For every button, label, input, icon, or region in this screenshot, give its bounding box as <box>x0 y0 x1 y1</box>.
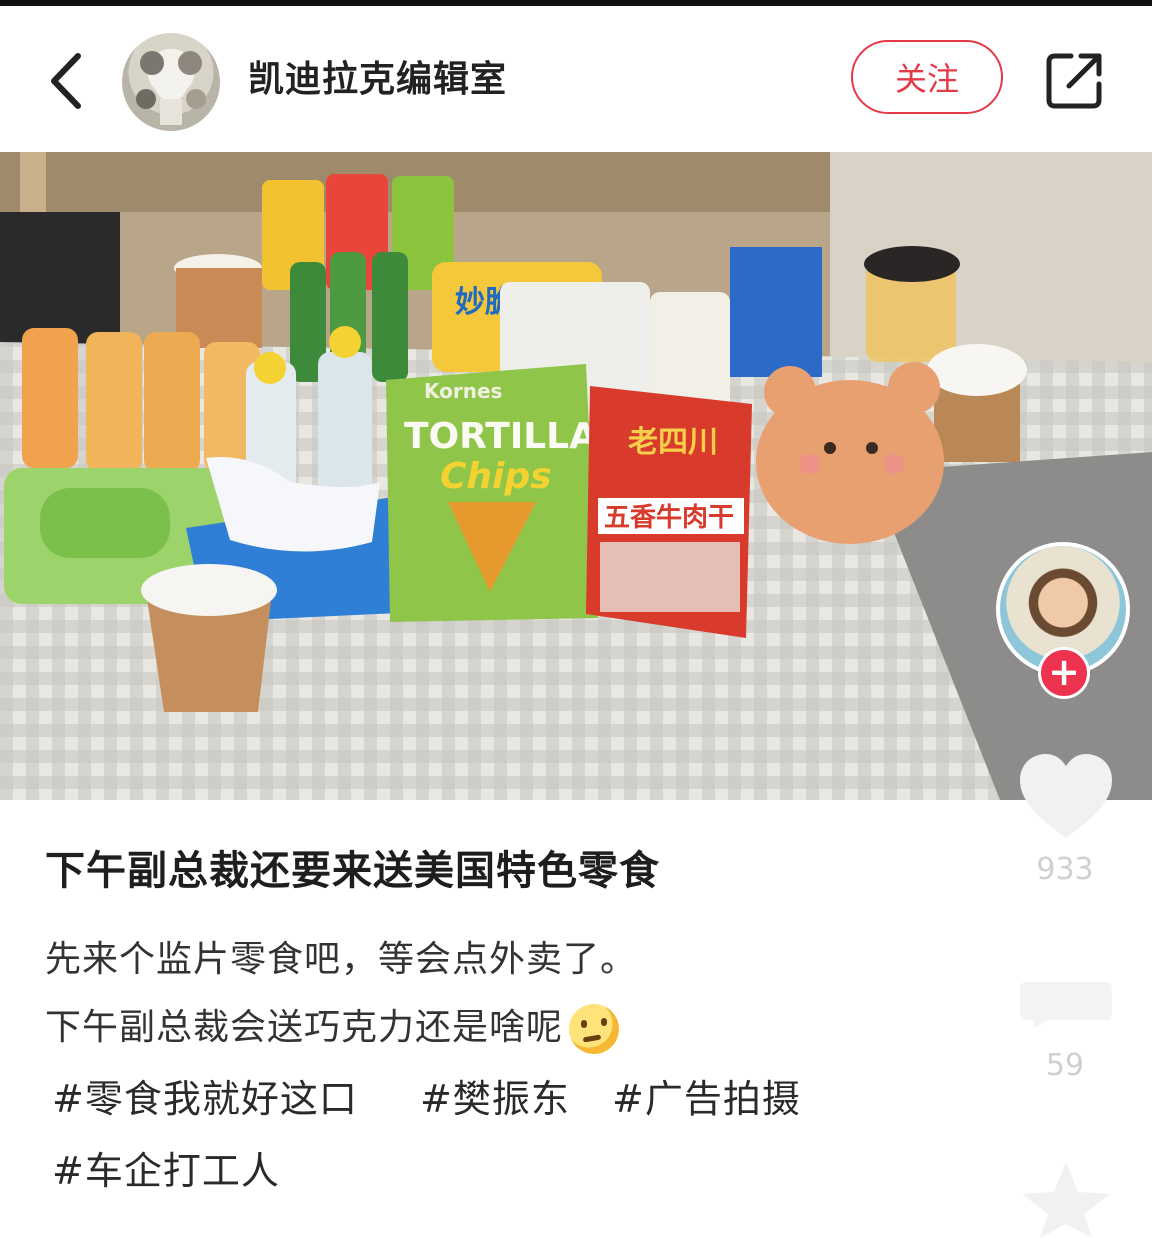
hashtag-ad-shoot[interactable]: #广告拍摄 <box>612 1068 801 1123</box>
post-header: 凯迪拉克编辑室 关注 <box>0 6 1152 152</box>
snacks-photo-illustration: 妙脆角 Kornes TORTILLA Chips 老四川 五香牛肉干 <box>0 152 1152 800</box>
hashtag-fan-zhendong[interactable]: #樊振东 <box>420 1068 570 1123</box>
follow-button[interactable]: 关注 <box>851 40 1003 114</box>
jerky-brand-label: 老四川 <box>628 425 718 460</box>
thinking-face-emoji-icon <box>569 1004 620 1054</box>
post-title: 下午副总裁还要来送美国特色零食 <box>45 848 660 894</box>
back-arrow-icon[interactable] <box>40 46 100 116</box>
comment-icon[interactable] <box>1018 978 1114 1030</box>
follow-plus-button[interactable]: + <box>1038 647 1090 699</box>
like-heart-icon[interactable] <box>1016 750 1116 842</box>
post-body-line-2-text: 下午副总裁会送巧克力还是啥呢 <box>45 1007 564 1048</box>
share-icon[interactable] <box>1045 50 1105 110</box>
chips-brand-label: Kornes <box>424 379 502 403</box>
hashtag-car-company-worker[interactable]: #车企打工人 <box>52 1140 280 1195</box>
jerky-name-label: 五香牛肉干 <box>604 503 734 533</box>
like-count: 933 <box>1036 852 1094 887</box>
author-avatar[interactable] <box>122 33 220 131</box>
chips-name-label-2: Chips <box>440 456 552 497</box>
post-body-line-2: 下午副总裁会送巧克力还是啥呢 <box>45 998 620 1054</box>
comment-count: 59 <box>1045 1048 1085 1083</box>
hashtag-snacks[interactable]: #零食我就好这口 <box>52 1068 358 1123</box>
author-name[interactable]: 凯迪拉克编辑室 <box>248 50 507 102</box>
post-photo[interactable]: 妙脆角 Kornes TORTILLA Chips 老四川 五香牛肉干 <box>0 152 1152 800</box>
chips-name-label-1: TORTILLA <box>404 416 597 457</box>
post-body-line-1: 先来个监片零食吧，等会点外卖了。 <box>45 939 638 980</box>
favorite-star-icon[interactable] <box>1020 1160 1112 1238</box>
